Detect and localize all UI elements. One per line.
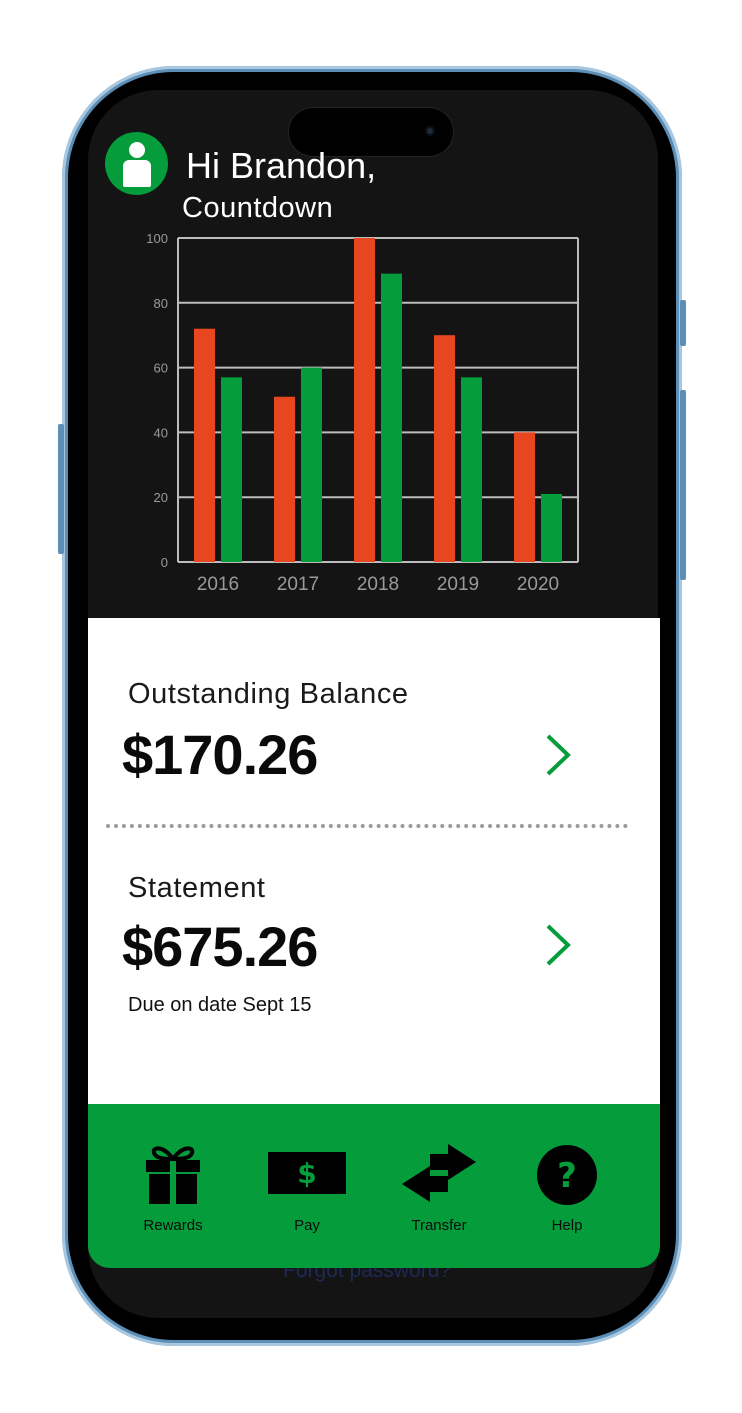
- volume-up-button: [58, 424, 64, 554]
- nav-rewards[interactable]: Rewards: [108, 1104, 238, 1268]
- account-summary-card: Outstanding Balance $170.26 Statement $6…: [88, 618, 660, 1104]
- nav-label-rewards: Rewards: [143, 1217, 203, 1234]
- avatar-head: [129, 142, 145, 158]
- page-subtitle: Countdown: [182, 192, 334, 224]
- x-tick-label: 2019: [437, 574, 479, 595]
- y-tick-label: 40: [154, 425, 168, 440]
- side-button: [680, 390, 686, 580]
- nav-label-pay: Pay: [294, 1217, 320, 1234]
- dotted-divider: [106, 824, 628, 828]
- nav-help[interactable]: ? Help: [502, 1104, 632, 1268]
- y-tick-label: 80: [154, 296, 168, 311]
- bar-2018-series-2: [381, 273, 402, 562]
- bar-2017-series-2: [301, 367, 322, 562]
- transfer-arrows-icon: [402, 1144, 476, 1202]
- power-button: [680, 300, 686, 346]
- statement-due-date: Due on date Sept 15: [128, 994, 312, 1016]
- gift-icon: [146, 1146, 200, 1204]
- bar-2016-series-2: [221, 377, 242, 562]
- avatar-icon[interactable]: [105, 132, 168, 195]
- bar-2017-series-1: [274, 396, 295, 562]
- countdown-chart: 0 20 40 60 80 100 2016 2017 2018 2019 2020: [146, 231, 579, 595]
- bottom-nav: Rewards $ Pay Transfer ? Help: [88, 1104, 660, 1268]
- x-tick-label: 2017: [277, 574, 319, 595]
- balance-chevron-right-icon[interactable]: [538, 730, 578, 780]
- greeting-title: Hi Brandon,: [186, 145, 377, 186]
- bar-2020-series-1: [514, 432, 535, 562]
- x-tick-label: 2020: [517, 574, 559, 595]
- camera-icon: [425, 126, 435, 136]
- avatar-body: [123, 160, 151, 187]
- statement-amount: $675.26: [122, 915, 318, 978]
- bar-2019-series-1: [434, 335, 455, 562]
- outstanding-balance-label: Outstanding Balance: [128, 678, 409, 710]
- y-tick-label: 20: [154, 490, 168, 505]
- nav-transfer[interactable]: Transfer: [374, 1104, 504, 1268]
- help-icon: ?: [537, 1145, 597, 1205]
- help-question-symbol: ?: [557, 1156, 577, 1196]
- x-tick-label: 2016: [197, 574, 239, 595]
- bar-2018-series-1: [354, 238, 375, 562]
- bar-2016-series-1: [194, 328, 215, 562]
- bar-2020-series-2: [541, 493, 562, 562]
- outstanding-balance-amount: $170.26: [122, 723, 318, 786]
- nav-pay[interactable]: $ Pay: [242, 1104, 372, 1268]
- x-tick-label: 2018: [357, 574, 399, 595]
- bar-2019-series-2: [461, 377, 482, 562]
- nav-label-transfer: Transfer: [411, 1217, 467, 1234]
- pay-dollar-symbol: $: [297, 1157, 316, 1190]
- y-tick-label: 0: [161, 555, 168, 570]
- nav-label-help: Help: [551, 1217, 583, 1234]
- y-tick-label: 100: [146, 231, 168, 246]
- dollar-bill-icon: $: [268, 1152, 346, 1194]
- y-tick-label: 60: [154, 361, 168, 376]
- statement-label: Statement: [128, 872, 266, 904]
- statement-chevron-right-icon[interactable]: [538, 920, 578, 970]
